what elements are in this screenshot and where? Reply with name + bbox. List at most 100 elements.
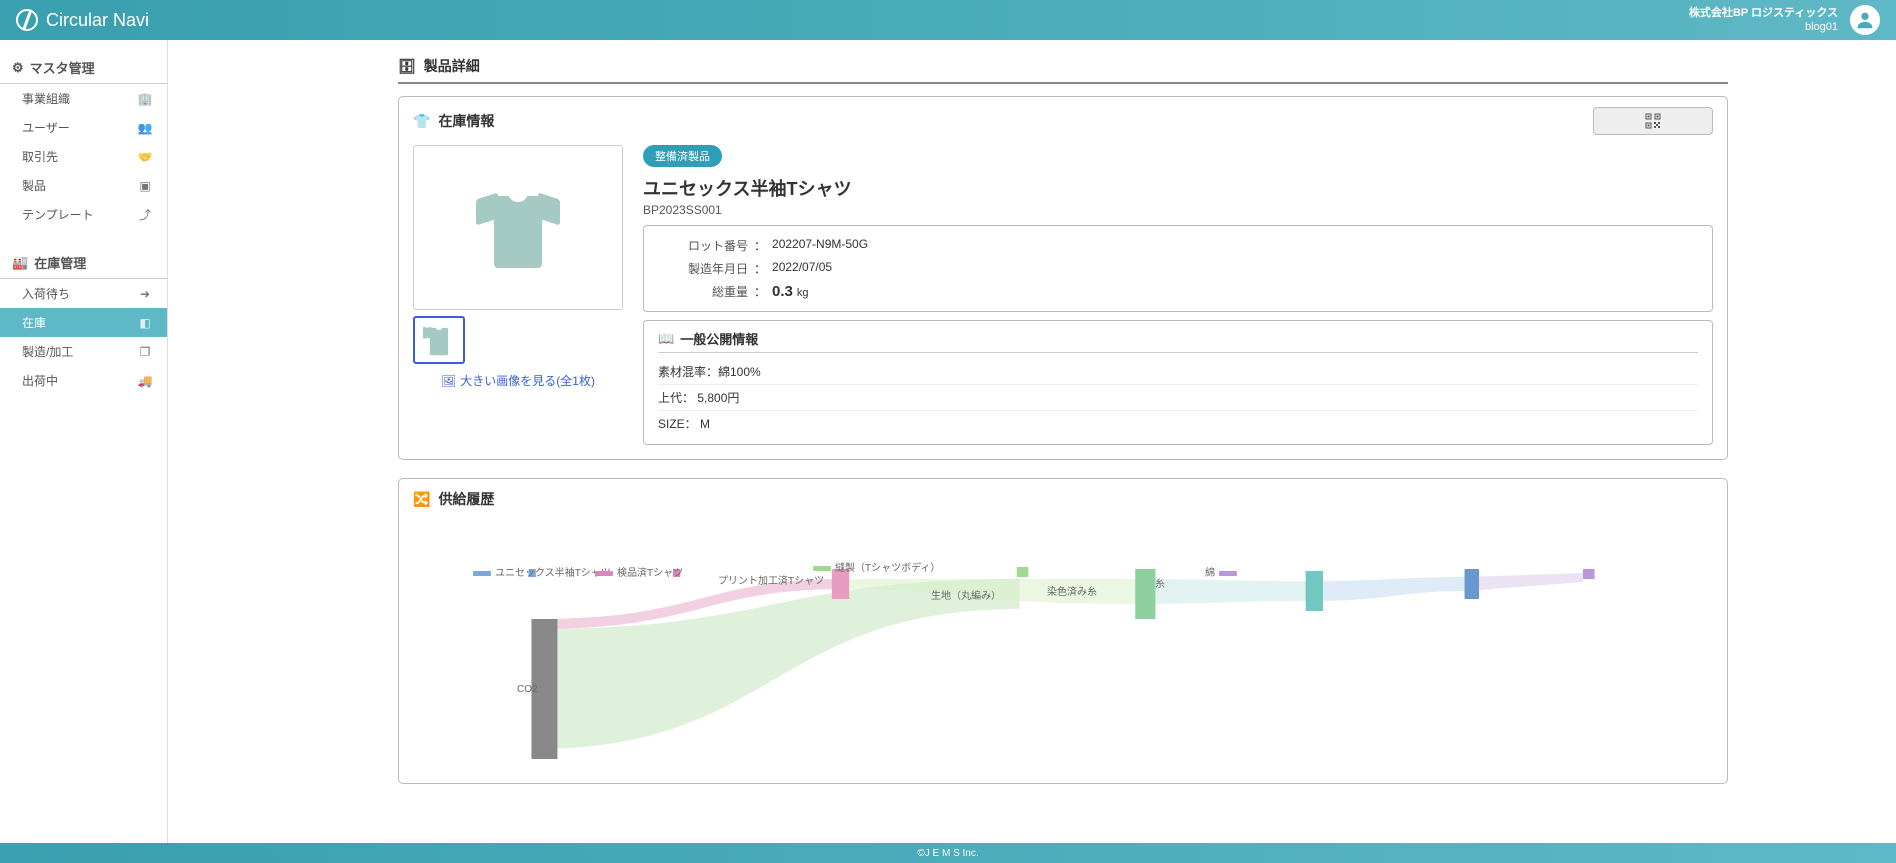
sidebar-group-stock: 🏭 在庫管理: [0, 247, 167, 279]
detail-icon: 🗄: [398, 58, 416, 75]
public-info-title: 📖 一般公開情報: [658, 329, 1698, 353]
sidebar-item-template[interactable]: テンプレート ⤴: [0, 200, 167, 229]
header-right: 株式会社BP ロジスティックス blog01: [1689, 5, 1880, 35]
detail-column: 整備済製品 ユニセックス半袖Tシャツ BP2023SS001 ロット番号 ： 2…: [643, 145, 1713, 445]
sankey-node-label: 縫製（Tシャツボディ）: [835, 563, 940, 574]
stock-panel-title: 👕 在庫情報: [413, 111, 494, 131]
sankey-node-label: ユニセックス半袖Tシャツ: [495, 568, 611, 579]
sidebar-item-label: ユーザー: [22, 119, 70, 136]
qr-icon: [1645, 113, 1661, 129]
sidebar-item-label: 出荷中: [22, 372, 58, 389]
users-icon: 👥: [137, 121, 153, 135]
sidebar-item-manufacture[interactable]: 製造/加工 ❐: [0, 337, 167, 366]
book-icon: 📖: [658, 331, 674, 347]
meta-label: 製造年月日: [658, 260, 748, 277]
avatar[interactable]: [1850, 5, 1880, 35]
product-image-main[interactable]: [413, 145, 623, 310]
product-code: BP2023SS001: [643, 203, 1713, 217]
meta-box: ロット番号 ： 202207-N9M-50G 製造年月日 ： 2022/07/0…: [643, 225, 1713, 312]
login-icon: ➜: [137, 287, 153, 301]
sidebar-item-label: テンプレート: [22, 206, 94, 223]
meta-row-lot: ロット番号 ： 202207-N9M-50G: [658, 234, 1698, 257]
sidebar-item-shipping[interactable]: 出荷中 🚚: [0, 366, 167, 395]
sidebar-group-master: ⚙ マスタ管理: [0, 52, 167, 84]
sidebar-item-label: 事業組織: [22, 90, 70, 107]
logo-icon: [16, 9, 38, 31]
status-badge: 整備済製品: [643, 145, 722, 167]
product-thumbnail[interactable]: [413, 316, 465, 364]
sidebar-item-label: 製品: [22, 177, 46, 194]
sankey-node-label: 糸: [1155, 579, 1165, 590]
meta-row-weight: 総重量 ： 0.3 kg: [658, 280, 1698, 303]
sankey-svg: [413, 509, 1713, 769]
meta-value: 2022/07/05: [772, 260, 832, 277]
product-title: ユニセックス半袖Tシャツ: [643, 175, 1713, 201]
sidebar: ⚙ マスタ管理 事業組織 🏢 ユーザー 👥 取引先 🤝 製品 ▣ テンプレート …: [0, 40, 168, 843]
supply-panel: 🔀 供給履歴: [398, 478, 1728, 784]
share-icon: ⤴: [137, 206, 153, 223]
supply-panel-title: 🔀 供給履歴: [413, 489, 1713, 509]
sidebar-item-label: 在庫: [22, 314, 46, 331]
sankey-node-label: CO2: [517, 684, 538, 695]
company-name: 株式会社BP ロジスティックス: [1689, 6, 1838, 20]
meta-unit: kg: [793, 287, 809, 300]
gear-icon: ⚙: [12, 60, 24, 76]
meta-label: 総重量: [658, 283, 748, 300]
page-title-label: 製品詳細: [424, 56, 480, 76]
user-block: 株式会社BP ロジスティックス blog01: [1689, 6, 1838, 35]
sidebar-item-organization[interactable]: 事業組織 🏢: [0, 84, 167, 113]
sidebar-item-awaiting[interactable]: 入荷待ち ➜: [0, 279, 167, 308]
sankey-node-label: 綿: [1205, 568, 1215, 579]
public-info-title-label: 一般公開情報: [680, 329, 758, 348]
sidebar-item-label: 製造/加工: [22, 343, 73, 360]
building-icon: 🏢: [137, 92, 153, 106]
tshirt-icon: 👕: [413, 113, 430, 130]
view-large-label: 大きい画像を見る(全1枚): [460, 372, 595, 389]
user-name: blog01: [1689, 20, 1838, 34]
footer-text: ©J E M S Inc.: [917, 848, 978, 859]
meta-row-mfg: 製造年月日 ： 2022/07/05: [658, 257, 1698, 280]
sidebar-item-partner[interactable]: 取引先 🤝: [0, 142, 167, 171]
supply-panel-title-label: 供給履歴: [438, 489, 494, 509]
sankey-node-label: プリント加工済Tシャツ: [718, 576, 824, 587]
handshake-icon: 🤝: [137, 150, 153, 164]
warehouse-icon: 🏭: [12, 255, 28, 271]
footer: ©J E M S Inc.: [0, 843, 1896, 863]
logo-area[interactable]: Circular Navi: [16, 9, 149, 31]
content-area: 🗄 製品詳細 👕 在庫情報: [168, 40, 1896, 843]
flow-icon: 🔀: [413, 491, 430, 508]
public-row: SIZE： M: [658, 411, 1698, 436]
user-icon: [1854, 9, 1876, 31]
meta-value: 202207-N9M-50G: [772, 237, 868, 254]
sidebar-item-user[interactable]: ユーザー 👥: [0, 113, 167, 142]
sidebar-item-product[interactable]: 製品 ▣: [0, 171, 167, 200]
image-column: 🖼 大きい画像を見る(全1枚): [413, 145, 623, 445]
inventory-icon: ◧: [137, 316, 153, 330]
qr-button[interactable]: [1593, 107, 1713, 135]
sankey-node-label: 染色済み糸: [1047, 587, 1097, 598]
sidebar-group-title-label: マスタ管理: [30, 58, 95, 77]
sidebar-item-label: 取引先: [22, 148, 58, 165]
box-icon: ▣: [137, 179, 153, 193]
public-info-box: 📖 一般公開情報 素材混率：綿100% 上代： 5,800円 SIZE： M: [643, 320, 1713, 445]
sidebar-item-stock[interactable]: 在庫 ◧: [0, 308, 167, 337]
sidebar-group-title-label: 在庫管理: [34, 253, 86, 272]
tshirt-shape: [468, 178, 568, 278]
copy-icon: ❐: [137, 345, 153, 359]
sankey-chart: ユニセックス半袖Tシャツ 検品済Tシャツ プリント加工済Tシャツ 縫製（Tシャツ…: [413, 509, 1713, 769]
stock-panel: 👕 在庫情報: [398, 96, 1728, 460]
page-title: 🗄 製品詳細: [398, 50, 1728, 84]
meta-value: 0.3: [772, 283, 793, 300]
image-icon: 🖼: [441, 374, 456, 388]
meta-label: ロット番号: [658, 237, 748, 254]
app-name: Circular Navi: [46, 10, 149, 31]
public-row: 上代： 5,800円: [658, 385, 1698, 411]
sankey-node-label: 検品済Tシャツ: [617, 568, 683, 579]
app-header: Circular Navi 株式会社BP ロジスティックス blog01: [0, 0, 1896, 40]
truck-icon: 🚚: [137, 374, 153, 388]
public-row: 素材混率：綿100%: [658, 359, 1698, 385]
stock-panel-title-label: 在庫情報: [438, 111, 494, 131]
sankey-node-label: 生地（丸編み）: [931, 591, 1001, 602]
sidebar-item-label: 入荷待ち: [22, 285, 70, 302]
view-large-link[interactable]: 🖼 大きい画像を見る(全1枚): [413, 372, 623, 389]
